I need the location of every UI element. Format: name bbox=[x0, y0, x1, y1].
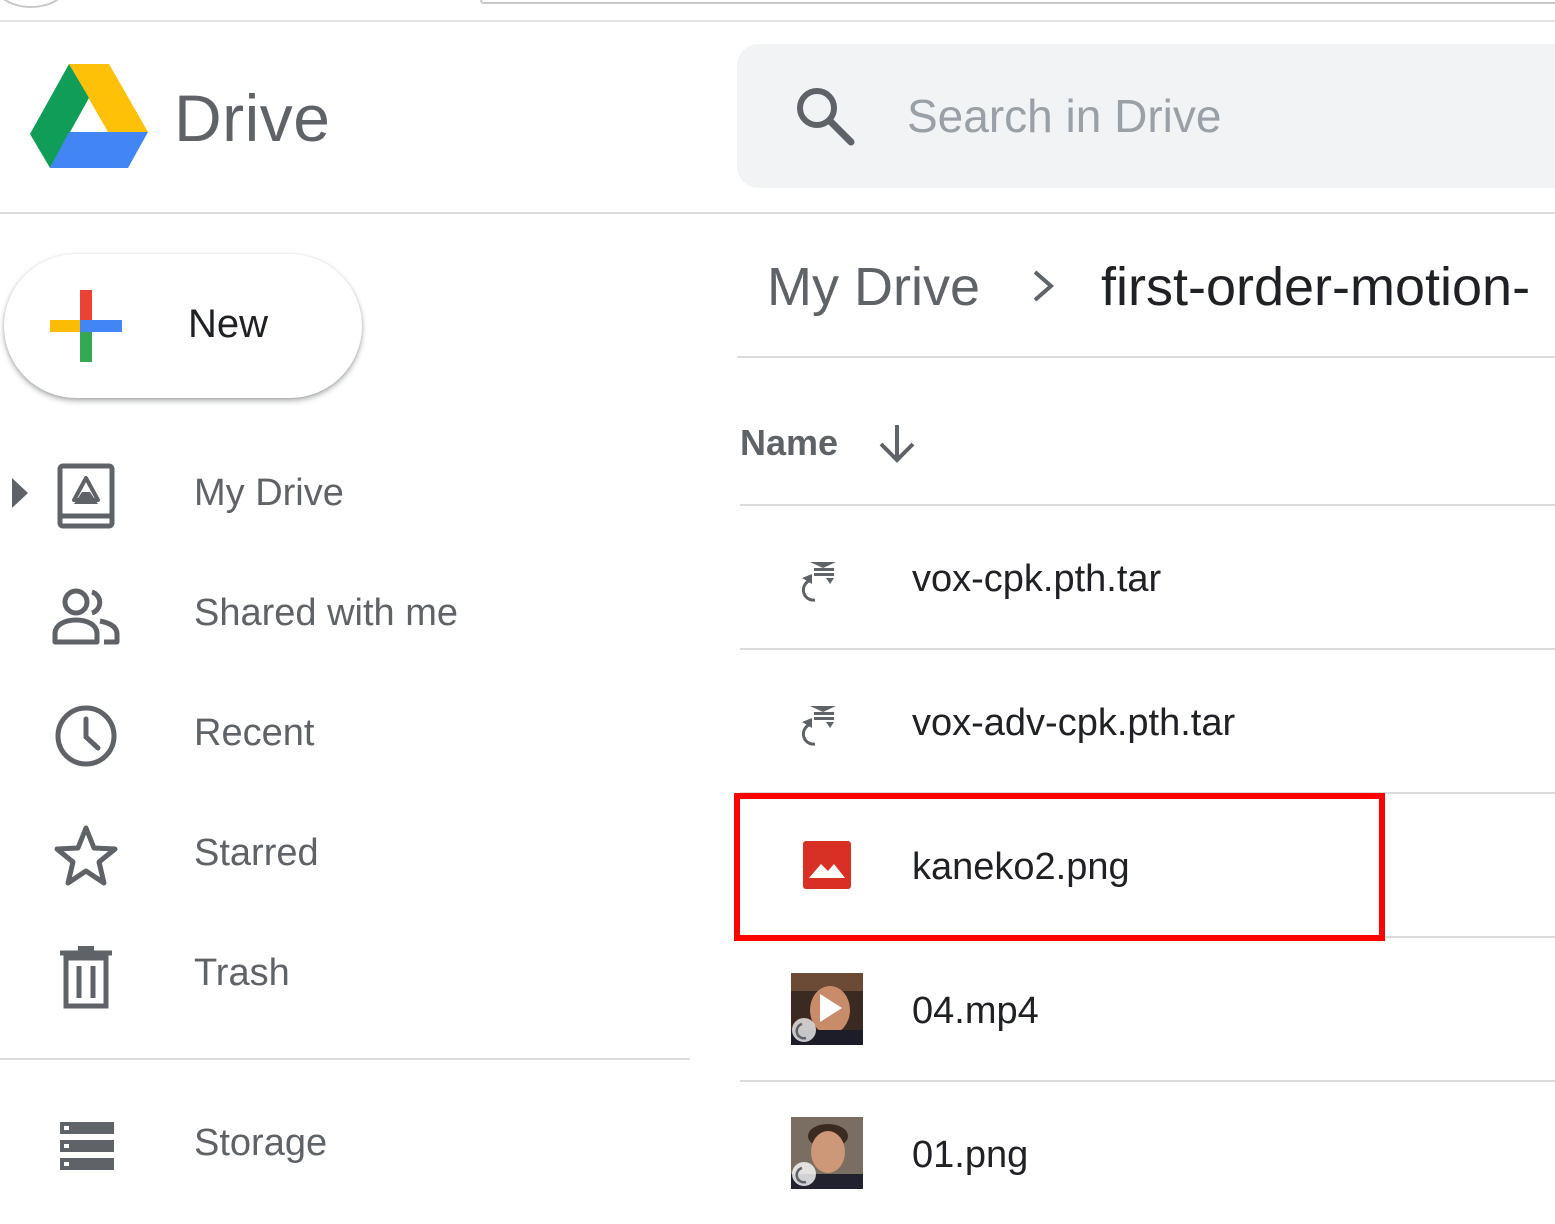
clock-icon bbox=[55, 705, 117, 767]
video-thumbnail-icon bbox=[791, 973, 863, 1045]
search-icon[interactable] bbox=[793, 84, 857, 148]
file-row[interactable]: 04.mp4 bbox=[740, 938, 1555, 1082]
sidebar-item-recent[interactable]: Recent bbox=[0, 680, 690, 790]
arrow-down-icon[interactable] bbox=[876, 422, 918, 464]
file-name: kaneko2.png bbox=[912, 846, 1130, 888]
browser-address-bar[interactable] bbox=[480, 0, 1555, 4]
sidebar-item-shared-with-me[interactable]: Shared with me bbox=[0, 560, 690, 670]
sidebar-item-label: Shared with me bbox=[194, 592, 459, 634]
breadcrumb: My Drive first-order-motion- bbox=[737, 214, 1555, 358]
file-list-header: Name bbox=[740, 360, 1555, 506]
sidebar-item-storage[interactable]: Storage bbox=[0, 1090, 690, 1200]
file-row[interactable]: vox-adv-cpk.pth.tar bbox=[740, 650, 1555, 794]
search-bar[interactable] bbox=[737, 44, 1555, 188]
app-title: Drive bbox=[174, 81, 331, 155]
column-header-name[interactable]: Name bbox=[740, 422, 838, 464]
new-button-label: New bbox=[188, 302, 269, 346]
shared-archive-icon bbox=[801, 706, 836, 746]
sidebar-item-label: Trash bbox=[194, 952, 290, 994]
file-name: 04.mp4 bbox=[912, 990, 1039, 1032]
file-row[interactable]: vox-cpk.pth.tar bbox=[740, 506, 1555, 650]
sidebar-item-label: Starred bbox=[194, 832, 319, 874]
file-row[interactable]: 01.png bbox=[740, 1082, 1555, 1224]
sidebar-item-label: Recent bbox=[194, 712, 315, 754]
sidebar-item-trash[interactable]: Trash bbox=[0, 920, 690, 1030]
trash-icon bbox=[60, 946, 112, 1009]
browser-top-strip bbox=[0, 0, 1555, 22]
file-name: vox-adv-cpk.pth.tar bbox=[912, 702, 1236, 744]
plus-icon bbox=[50, 290, 122, 362]
breadcrumb-root[interactable]: My Drive bbox=[767, 256, 980, 318]
my-drive-icon bbox=[57, 463, 115, 529]
sidebar-item-my-drive[interactable]: My Drive bbox=[0, 440, 690, 550]
file-name: vox-cpk.pth.tar bbox=[912, 558, 1162, 600]
app-header: Drive bbox=[0, 22, 1555, 214]
sidebar-item-label: Storage bbox=[194, 1122, 328, 1164]
drive-logo-icon[interactable] bbox=[30, 64, 148, 168]
breadcrumb-current-folder[interactable]: first-order-motion- bbox=[1101, 256, 1530, 318]
image-icon bbox=[803, 841, 851, 889]
people-icon bbox=[52, 588, 120, 645]
expand-arrow-icon[interactable] bbox=[10, 476, 30, 510]
new-button[interactable]: New bbox=[4, 254, 362, 398]
file-row[interactable]: kaneko2.png bbox=[740, 794, 1555, 938]
star-icon bbox=[54, 825, 118, 886]
sidebar-item-label: My Drive bbox=[194, 472, 344, 514]
sidebar-item-starred[interactable]: Starred bbox=[0, 800, 690, 910]
shared-archive-icon bbox=[801, 562, 836, 602]
photo-thumbnail-icon bbox=[791, 1117, 863, 1189]
chevron-right-icon bbox=[1033, 270, 1055, 302]
sidebar-divider bbox=[0, 1058, 690, 1060]
storage-icon bbox=[60, 1122, 114, 1170]
browser-tab-edge bbox=[0, 0, 68, 8]
file-name: 01.png bbox=[912, 1134, 1029, 1176]
search-input[interactable] bbox=[907, 82, 1547, 150]
